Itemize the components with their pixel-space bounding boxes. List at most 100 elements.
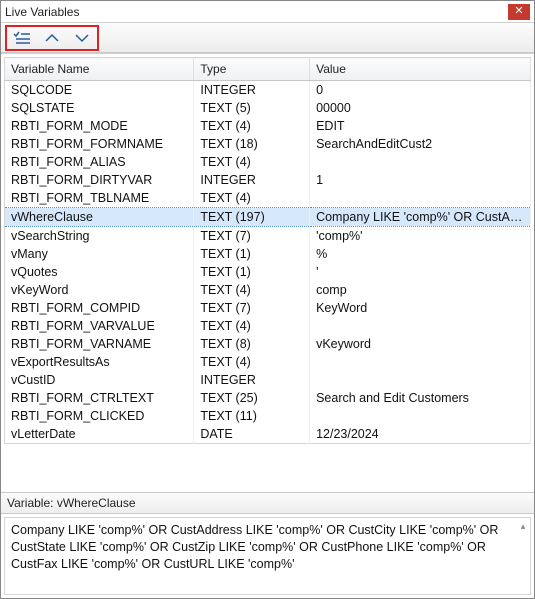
cell-value: Company LIKE 'comp%' OR CustAdd... — [310, 208, 531, 227]
cell-type: TEXT (4) — [194, 317, 310, 335]
cell-type: TEXT (7) — [194, 227, 310, 246]
variables-table-wrap[interactable]: Variable Name Type Value SQLCODEINTEGER0… — [1, 53, 534, 492]
cell-name: RBTI_FORM_COMPID — [5, 299, 194, 317]
cell-name: vSearchString — [5, 227, 194, 246]
table-row[interactable]: RBTI_FORM_MODETEXT (4)EDIT — [5, 117, 531, 135]
cell-value: 00000 — [310, 99, 531, 117]
table-row[interactable]: vQuotesTEXT (1)' — [5, 263, 531, 281]
scroll-indicator: ▴ — [518, 520, 528, 532]
cell-value — [310, 317, 531, 335]
cell-type: INTEGER — [194, 81, 310, 100]
list-checked-icon — [13, 31, 31, 45]
cell-value — [310, 407, 531, 425]
cell-name: vLetterDate — [5, 425, 194, 444]
col-header-value[interactable]: Value — [310, 58, 531, 81]
detail-label-varname: vWhereClause — [57, 496, 136, 510]
cell-value: ' — [310, 263, 531, 281]
cell-name: RBTI_FORM_MODE — [5, 117, 194, 135]
cell-name: vExportResultsAs — [5, 353, 194, 371]
table-row[interactable]: SQLCODEINTEGER0 — [5, 81, 531, 100]
cell-name: RBTI_FORM_VARVALUE — [5, 317, 194, 335]
list-checked-button[interactable] — [11, 28, 33, 48]
chevron-up-icon — [44, 32, 60, 44]
table-row[interactable]: RBTI_FORM_VARNAMETEXT (8)vKeyword — [5, 335, 531, 353]
cell-name: SQLCODE — [5, 81, 194, 100]
cell-name: RBTI_FORM_TBLNAME — [5, 189, 194, 208]
cell-type: TEXT (4) — [194, 117, 310, 135]
cell-value: vKeyword — [310, 335, 531, 353]
cell-value: 0 — [310, 81, 531, 100]
cell-type: INTEGER — [194, 371, 310, 389]
cell-type: TEXT (4) — [194, 189, 310, 208]
variables-table: Variable Name Type Value SQLCODEINTEGER0… — [4, 57, 531, 444]
cell-value — [310, 371, 531, 389]
table-row[interactable]: RBTI_FORM_CTRLTEXTTEXT (25)Search and Ed… — [5, 389, 531, 407]
cell-type: DATE — [194, 425, 310, 444]
table-row[interactable]: vLetterDateDATE12/23/2024 — [5, 425, 531, 444]
close-icon: ✕ — [514, 6, 523, 17]
table-row[interactable]: vSearchStringTEXT (7)'comp%' — [5, 227, 531, 246]
title-bar: Live Variables ✕ — [1, 1, 534, 23]
toolbar — [1, 23, 534, 53]
move-down-button[interactable] — [71, 28, 93, 48]
cell-value — [310, 353, 531, 371]
cell-name: RBTI_FORM_FORMNAME — [5, 135, 194, 153]
cell-name: vMany — [5, 245, 194, 263]
table-row[interactable]: RBTI_FORM_DIRTYVARINTEGER1 — [5, 171, 531, 189]
table-row[interactable]: RBTI_FORM_CLICKEDTEXT (11) — [5, 407, 531, 425]
cell-name: vKeyWord — [5, 281, 194, 299]
cell-value — [310, 153, 531, 171]
col-header-name[interactable]: Variable Name — [5, 58, 194, 81]
cell-type: TEXT (8) — [194, 335, 310, 353]
cell-name: RBTI_FORM_CTRLTEXT — [5, 389, 194, 407]
detail-pane[interactable]: Company LIKE 'comp%' OR CustAddress LIKE… — [4, 517, 531, 595]
cell-name: RBTI_FORM_VARNAME — [5, 335, 194, 353]
table-row[interactable]: RBTI_FORM_VARVALUETEXT (4) — [5, 317, 531, 335]
cell-type: TEXT (1) — [194, 245, 310, 263]
table-row[interactable]: vManyTEXT (1)% — [5, 245, 531, 263]
cell-type: TEXT (25) — [194, 389, 310, 407]
cell-type: TEXT (11) — [194, 407, 310, 425]
table-row[interactable]: vCustIDINTEGER — [5, 371, 531, 389]
cell-type: TEXT (18) — [194, 135, 310, 153]
scroll-up-icon: ▴ — [521, 520, 526, 532]
cell-value: KeyWord — [310, 299, 531, 317]
cell-value — [310, 189, 531, 208]
cell-value: % — [310, 245, 531, 263]
cell-value: 12/23/2024 — [310, 425, 531, 444]
table-row[interactable]: RBTI_FORM_COMPIDTEXT (7)KeyWord — [5, 299, 531, 317]
detail-text: Company LIKE 'comp%' OR CustAddress LIKE… — [11, 523, 498, 571]
table-header-row: Variable Name Type Value — [5, 58, 531, 81]
cell-value: EDIT — [310, 117, 531, 135]
window-title: Live Variables — [5, 5, 508, 19]
detail-label-prefix: Variable: — [7, 496, 57, 510]
cell-type: TEXT (197) — [194, 208, 310, 227]
cell-name: SQLSTATE — [5, 99, 194, 117]
cell-name: RBTI_FORM_CLICKED — [5, 407, 194, 425]
detail-label: Variable: vWhereClause — [1, 492, 534, 514]
cell-value: 1 — [310, 171, 531, 189]
table-row[interactable]: vExportResultsAsTEXT (4) — [5, 353, 531, 371]
table-row[interactable]: vWhereClauseTEXT (197)Company LIKE 'comp… — [5, 208, 531, 227]
toolbar-highlight-group — [5, 25, 99, 51]
cell-type: TEXT (4) — [194, 281, 310, 299]
table-row[interactable]: RBTI_FORM_FORMNAMETEXT (18)SearchAndEdit… — [5, 135, 531, 153]
table-row[interactable]: vKeyWordTEXT (4)comp — [5, 281, 531, 299]
cell-name: vWhereClause — [5, 208, 194, 227]
move-up-button[interactable] — [41, 28, 63, 48]
cell-type: TEXT (4) — [194, 153, 310, 171]
cell-value: comp — [310, 281, 531, 299]
cell-value: SearchAndEditCust2 — [310, 135, 531, 153]
chevron-down-icon — [74, 32, 90, 44]
cell-name: vCustID — [5, 371, 194, 389]
table-row[interactable]: SQLSTATETEXT (5)00000 — [5, 99, 531, 117]
cell-type: TEXT (4) — [194, 353, 310, 371]
cell-name: vQuotes — [5, 263, 194, 281]
table-row[interactable]: RBTI_FORM_TBLNAMETEXT (4) — [5, 189, 531, 208]
col-header-type[interactable]: Type — [194, 58, 310, 81]
cell-name: RBTI_FORM_DIRTYVAR — [5, 171, 194, 189]
cell-type: TEXT (5) — [194, 99, 310, 117]
cell-type: INTEGER — [194, 171, 310, 189]
table-row[interactable]: RBTI_FORM_ALIASTEXT (4) — [5, 153, 531, 171]
close-button[interactable]: ✕ — [508, 4, 530, 20]
